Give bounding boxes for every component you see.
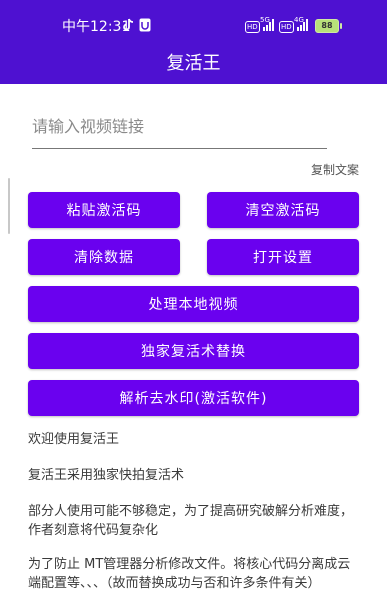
system-indicators: HD 5G HD 4G 88: [245, 16, 365, 35]
signal-icon: [297, 19, 308, 31]
exclusive-revive-replace-button[interactable]: 独家复活术替换: [28, 333, 359, 369]
copy-text-link[interactable]: 复制文案: [311, 161, 359, 178]
remove-watermark-button[interactable]: 解析去水印(激活软件): [28, 380, 359, 416]
hd-badge: HD: [279, 21, 294, 33]
info-paragraph: 欢迎使用复活王: [28, 432, 120, 447]
battery-level: 88: [321, 21, 333, 30]
clear-activation-code-button[interactable]: 清空激活码: [207, 192, 359, 228]
app-bar: 中午12:31 HD 5G HD 4G 88 复活王: [0, 0, 387, 84]
app-title: 复活王: [166, 53, 221, 74]
info-paragraph: 部分人使用可能不够稳定，为了提高研究破解分析难度，作者刻意将代码复杂化: [28, 504, 354, 538]
clear-data-button[interactable]: 清除数据: [28, 239, 180, 275]
tiktok-icon: [123, 18, 134, 31]
scroll-indicator: [8, 178, 10, 234]
hd-badge: HD: [245, 21, 260, 33]
status-time: 中午12:31: [62, 19, 131, 35]
open-settings-button[interactable]: 打开设置: [207, 239, 359, 275]
battery-icon: 88: [315, 19, 342, 33]
notification-icon: [139, 18, 151, 32]
status-bar: 中午12:31 HD 5G HD 4G 88: [0, 14, 387, 38]
info-paragraph: 为了防止 MT管理器分析修改文件。将核心代码分离成云端配置等、、、（故而替换成功…: [28, 557, 351, 591]
video-link-input[interactable]: [32, 104, 327, 149]
process-local-video-button[interactable]: 处理本地视频: [28, 286, 359, 322]
signal-icon: [263, 19, 274, 31]
paste-activation-code-button[interactable]: 粘贴激活码: [28, 192, 180, 228]
info-paragraph: 复活王采用独家快拍复活术: [28, 468, 185, 483]
